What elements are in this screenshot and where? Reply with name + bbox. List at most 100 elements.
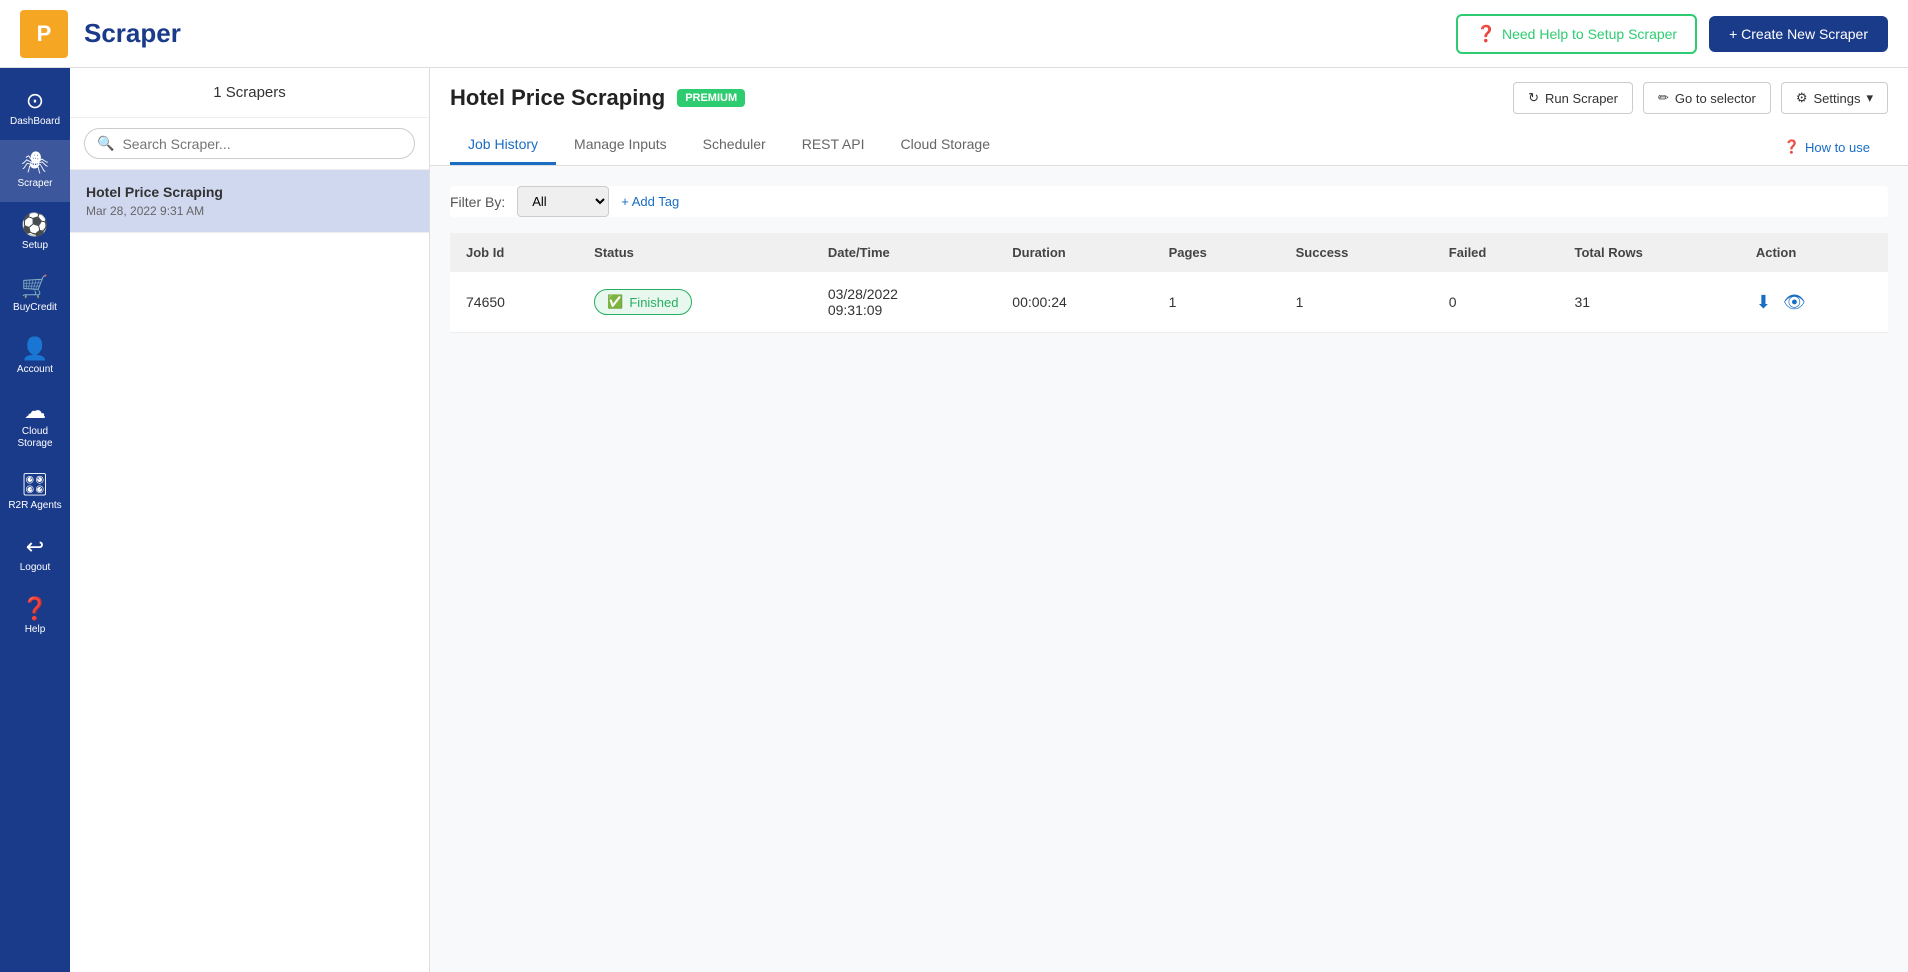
help-icon: ❓	[21, 598, 48, 620]
sidebar-label-help: Help	[25, 624, 46, 636]
app-title: Scraper	[84, 18, 1456, 49]
cell-datetime: 03/28/2022 09:31:09	[812, 272, 996, 333]
tab-job-history-label: Job History	[468, 136, 538, 152]
col-header-pages: Pages	[1153, 233, 1280, 272]
scraper-title-area: Hotel Price Scraping PREMIUM	[450, 85, 745, 111]
r2r-agents-icon: 🎛	[21, 474, 49, 496]
dashboard-icon: ⊙	[26, 90, 44, 112]
question-circle-icon: ❓	[1476, 24, 1496, 44]
add-tag-button[interactable]: + Add Tag	[621, 194, 679, 209]
cell-pages: 1	[1153, 272, 1280, 333]
create-button-label: + Create New Scraper	[1729, 26, 1868, 42]
cell-status: ✅ Finished	[578, 272, 812, 333]
how-to-use-link[interactable]: ❓ How to use	[1766, 129, 1888, 165]
view-icon[interactable]: 👁	[1783, 292, 1806, 313]
gear-icon: ⚙	[1796, 90, 1808, 106]
tab-rest-api-label: REST API	[802, 136, 865, 152]
tabs: Job History Manage Inputs Scheduler REST…	[450, 126, 1008, 165]
right-panel: Hotel Price Scraping PREMIUM ↻ Run Scrap…	[430, 68, 1908, 972]
app-logo: P	[20, 10, 68, 58]
search-box: 🔍	[70, 118, 429, 170]
top-header: P Scraper ❓ Need Help to Setup Scraper +…	[0, 0, 1908, 68]
col-header-duration: Duration	[996, 233, 1152, 272]
sidebar-label-account: Account	[17, 364, 53, 376]
tab-cloud-storage[interactable]: Cloud Storage	[882, 126, 1008, 165]
question-icon: ❓	[1784, 139, 1800, 155]
header-actions: ❓ Need Help to Setup Scraper + Create Ne…	[1456, 14, 1888, 54]
search-input[interactable]	[122, 136, 402, 152]
cell-failed: 0	[1433, 272, 1559, 333]
account-icon: 👤	[21, 338, 48, 360]
left-panel: 1 Scrapers 🔍 Hotel Price Scraping Mar 28…	[70, 68, 430, 972]
tab-manage-inputs[interactable]: Manage Inputs	[556, 126, 685, 165]
sidebar-label-scraper: Scraper	[17, 178, 52, 190]
cell-action: ⬇ 👁	[1740, 272, 1888, 333]
scraper-title: Hotel Price Scraping	[450, 85, 665, 111]
premium-badge: PREMIUM	[677, 89, 745, 107]
scraper-item-date: Mar 28, 2022 9:31 AM	[86, 204, 413, 218]
sidebar-item-help[interactable]: ❓ Help	[0, 586, 70, 648]
scraper-item-name: Hotel Price Scraping	[86, 184, 413, 200]
help-button[interactable]: ❓ Need Help to Setup Scraper	[1456, 14, 1697, 54]
sidebar-item-account[interactable]: 👤 Account	[0, 326, 70, 388]
sidebar-item-dashboard[interactable]: ⊙ DashBoard	[0, 78, 70, 140]
action-icons: ⬇ 👁	[1756, 292, 1872, 313]
buycredit-icon: 🛒	[21, 276, 48, 298]
create-scraper-button[interactable]: + Create New Scraper	[1709, 16, 1888, 52]
sidebar-item-scraper[interactable]: 🕷 Scraper	[0, 140, 70, 202]
search-input-wrap: 🔍	[84, 128, 415, 159]
tab-job-history[interactable]: Job History	[450, 126, 556, 165]
tab-rest-api[interactable]: REST API	[784, 126, 883, 165]
tab-manage-inputs-label: Manage Inputs	[574, 136, 667, 152]
tab-scheduler[interactable]: Scheduler	[685, 126, 784, 165]
cell-job-id: 74650	[450, 272, 578, 333]
settings-label: Settings	[1813, 91, 1860, 106]
go-to-selector-button[interactable]: ✏ Go to selector	[1643, 82, 1771, 114]
sidebar-label-setup: Setup	[22, 240, 48, 252]
sidebar-label-r2r-agents: R2R Agents	[8, 500, 61, 512]
edit-icon: ✏	[1658, 90, 1669, 106]
search-icon: 🔍	[97, 135, 114, 152]
logout-icon: ↩	[26, 536, 44, 558]
scraper-icon: 🕷	[21, 152, 49, 174]
col-header-total-rows: Total Rows	[1559, 233, 1740, 272]
col-header-failed: Failed	[1433, 233, 1559, 272]
sidebar-item-cloud-storage[interactable]: ☁ Cloud Storage	[0, 388, 70, 462]
sidebar-item-logout[interactable]: ↩ Logout	[0, 524, 70, 586]
filter-bar: Filter By: All Finished Failed Running +…	[450, 186, 1888, 217]
right-header-actions: ↻ Run Scraper ✏ Go to selector ⚙ Setting…	[1513, 82, 1888, 114]
help-button-label: Need Help to Setup Scraper	[1502, 26, 1677, 42]
sidebar-item-buycredit[interactable]: 🛒 BuyCredit	[0, 264, 70, 326]
check-circle-icon: ✅	[607, 294, 623, 310]
cell-total-rows: 31	[1559, 272, 1740, 333]
cell-success: 1	[1280, 272, 1433, 333]
status-badge: ✅ Finished	[594, 289, 691, 315]
filter-select[interactable]: All Finished Failed Running	[517, 186, 609, 217]
how-to-use-label: How to use	[1805, 140, 1870, 155]
sidebar-label-buycredit: BuyCredit	[13, 302, 57, 314]
tab-cloud-storage-label: Cloud Storage	[900, 136, 990, 152]
run-scraper-button[interactable]: ↻ Run Scraper	[1513, 82, 1633, 114]
filter-label: Filter By:	[450, 194, 505, 210]
tab-scheduler-label: Scheduler	[703, 136, 766, 152]
right-header-top: Hotel Price Scraping PREMIUM ↻ Run Scrap…	[450, 82, 1888, 114]
settings-button[interactable]: ⚙ Settings ▾	[1781, 82, 1888, 114]
setup-icon: ⚽	[21, 214, 48, 236]
download-icon[interactable]: ⬇	[1756, 292, 1771, 313]
run-scraper-label: Run Scraper	[1545, 91, 1618, 106]
scrapers-count: 1 Scrapers	[70, 68, 429, 118]
sidebar-label-logout: Logout	[20, 562, 51, 574]
cell-duration: 00:00:24	[996, 272, 1152, 333]
job-table: Job Id Status Date/Time Duration Pages S…	[450, 233, 1888, 333]
scraper-list-item[interactable]: Hotel Price Scraping Mar 28, 2022 9:31 A…	[70, 170, 429, 233]
sidebar-item-r2r-agents[interactable]: 🎛 R2R Agents	[0, 462, 70, 524]
sidebar-item-setup[interactable]: ⚽ Setup	[0, 202, 70, 264]
col-header-status: Status	[578, 233, 812, 272]
refresh-icon: ↻	[1528, 90, 1539, 106]
table-body: 74650 ✅ Finished 03/28/2022 09:31:09 00:…	[450, 272, 1888, 333]
go-to-selector-label: Go to selector	[1675, 91, 1756, 106]
chevron-down-icon: ▾	[1866, 90, 1873, 106]
table-row: 74650 ✅ Finished 03/28/2022 09:31:09 00:…	[450, 272, 1888, 333]
content-area: Filter By: All Finished Failed Running +…	[430, 166, 1908, 972]
sidebar-label-cloud-storage: Cloud Storage	[4, 426, 66, 450]
